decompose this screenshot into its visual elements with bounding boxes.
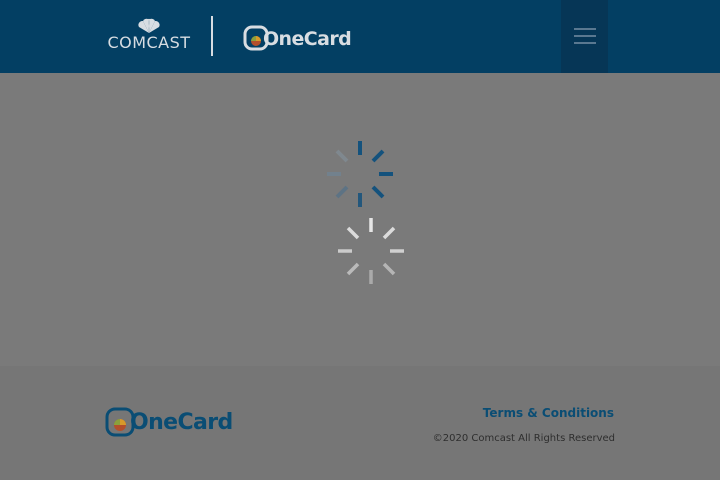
onecard-wordmark: OneCard	[263, 28, 352, 50]
onecard-footer-logo[interactable]: OneCard	[104, 406, 234, 440]
site-footer: OneCard Terms & Conditions ©2020 Comcast…	[0, 366, 720, 480]
copyright-text: ©2020 Comcast All Rights Reserved	[432, 433, 615, 444]
comcast-wordmark: COMCAST	[107, 33, 191, 52]
menu-button[interactable]	[561, 0, 608, 73]
terms-and-conditions-link[interactable]: Terms & Conditions	[483, 406, 614, 420]
comcast-logo[interactable]: COMCAST	[104, 18, 194, 54]
hamburger-menu-bar	[574, 35, 596, 37]
site-header: COMCAST OneCard	[0, 0, 720, 73]
hamburger-menu-bar	[574, 42, 596, 44]
onecard-wordmark: OneCard	[130, 410, 233, 435]
loading-spinner-icon	[338, 218, 404, 284]
loading-spinner-icon	[327, 141, 393, 207]
hamburger-menu-icon	[574, 28, 596, 30]
loading-overlay	[0, 73, 720, 366]
onecard-header-logo[interactable]: OneCard	[241, 23, 352, 53]
nbc-peacock-icon	[138, 18, 160, 33]
logo-divider	[211, 16, 213, 56]
